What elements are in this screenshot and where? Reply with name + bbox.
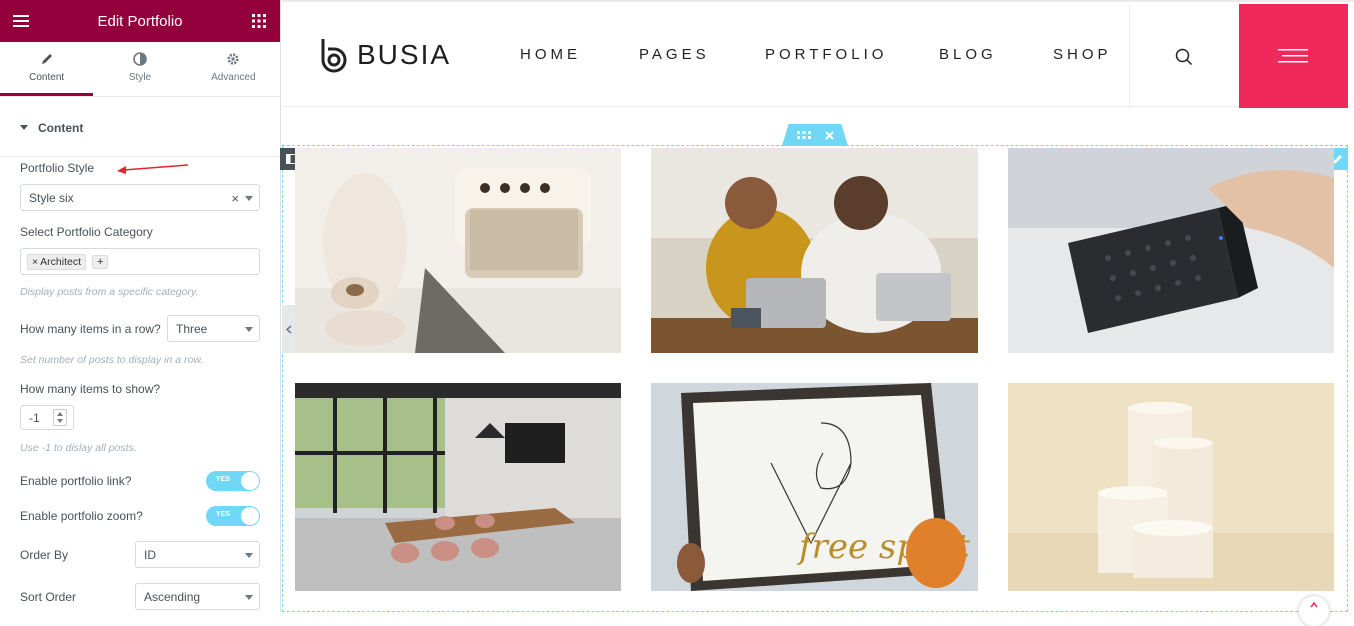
widgets-grid-icon[interactable]: [250, 12, 268, 30]
tab-style-label: Style: [128, 72, 152, 83]
tag-label: Architect: [40, 255, 81, 268]
site-preview: BUSIA HOME PAGES PORTFOLIO BLOG SHOP fre…: [280, 0, 1354, 626]
panel-tabs: Content Style Advanced: [0, 42, 280, 97]
items-show-description: Use -1 to dislay all posts.: [20, 442, 137, 454]
toggle-knob: [241, 507, 259, 525]
editor-panel: Edit Portfolio Content Style Advanced Co…: [0, 0, 281, 612]
portfolio-zoom-toggle[interactable]: YES: [206, 506, 260, 526]
nav-shop[interactable]: SHOP: [1053, 46, 1112, 63]
tab-advanced[interactable]: Advanced: [187, 42, 280, 96]
header-divider: [1129, 4, 1130, 108]
category-label: Select Portfolio Category: [20, 225, 153, 239]
category-description: Display posts from a specific category.: [20, 286, 199, 298]
items-row-value: Three: [176, 321, 208, 336]
caret-down-icon: [20, 125, 28, 130]
dropdown-caret-icon: [245, 553, 253, 558]
items-show-value: -1: [29, 410, 40, 425]
panel-header: Edit Portfolio: [0, 0, 280, 42]
number-stepper[interactable]: [53, 409, 67, 426]
dropdown-caret-icon: [245, 327, 253, 332]
chevron-up-icon: [1310, 602, 1318, 608]
tag-remove-icon[interactable]: ×: [32, 256, 38, 268]
menu-lines-icon: [1277, 49, 1308, 63]
sort-order-select[interactable]: Ascending: [135, 583, 260, 610]
order-by-select[interactable]: ID: [135, 541, 260, 568]
panel-title: Edit Portfolio: [97, 12, 183, 30]
items-row-label: How many items in a row?: [20, 322, 161, 336]
logo-mark-icon: [321, 39, 347, 73]
hamburger-menu-icon[interactable]: [12, 12, 30, 30]
close-icon[interactable]: [824, 130, 834, 140]
portfolio-item-office[interactable]: [295, 383, 621, 591]
items-show-input[interactable]: -1: [20, 405, 74, 430]
portfolio-item-poster[interactable]: free spirit: [651, 383, 978, 591]
dropdown-caret-icon: [245, 595, 253, 600]
items-show-label: How many items to show?: [20, 382, 161, 396]
gear-icon: [227, 53, 239, 65]
sort-order-label: Sort Order: [20, 590, 77, 604]
tab-content-label: Content: [29, 72, 65, 83]
pencil-icon: [41, 54, 52, 64]
site-header: BUSIA HOME PAGES PORTFOLIO BLOG SHOP: [282, 0, 1354, 108]
portfolio-link-toggle[interactable]: YES: [206, 471, 260, 491]
nav-home[interactable]: HOME: [520, 46, 581, 63]
nav-portfolio[interactable]: PORTFOLIO: [765, 46, 887, 63]
dropdown-caret-icon: [245, 196, 253, 201]
toggle-knob: [241, 472, 259, 490]
sort-order-value: Ascending: [144, 589, 201, 604]
items-row-select[interactable]: Three: [167, 315, 260, 342]
zoom-label: Enable portfolio zoom?: [20, 509, 143, 523]
link-label: Enable portfolio link?: [20, 474, 132, 488]
category-multiselect[interactable]: × Architect +: [20, 248, 260, 275]
drag-handle-icon[interactable]: [796, 131, 811, 139]
site-logo[interactable]: BUSIA: [319, 36, 451, 74]
nav-blog[interactable]: BLOG: [939, 46, 997, 63]
portfolio-item-black-speaker[interactable]: [1008, 148, 1334, 353]
portfolio-style-value: Style six: [29, 190, 74, 205]
order-by-label: Order By: [20, 548, 69, 562]
tab-content[interactable]: Content: [0, 42, 94, 96]
red-arrow-annotation: [117, 164, 189, 174]
items-row-description: Set number of posts to display in a row.: [20, 354, 204, 366]
portfolio-item-students-laptop[interactable]: [651, 148, 978, 353]
logo-text: BUSIA: [357, 39, 452, 70]
scroll-top-button[interactable]: [1299, 596, 1329, 626]
category-tag: × Architect: [27, 253, 86, 270]
menu-toggle-button[interactable]: [1239, 4, 1348, 108]
contrast-icon: [133, 52, 147, 66]
tab-style[interactable]: Style: [93, 42, 186, 96]
add-category-button[interactable]: +: [92, 254, 109, 269]
order-by-value: ID: [144, 547, 156, 562]
portfolio-style-select[interactable]: Style six ×: [20, 184, 260, 211]
toggle-state: YES: [216, 511, 231, 518]
section-title: Content: [38, 120, 84, 135]
tab-advanced-label: Advanced: [211, 72, 256, 83]
toggle-state: YES: [216, 476, 231, 483]
nav-pages[interactable]: PAGES: [639, 46, 710, 63]
clear-selection-icon[interactable]: ×: [231, 191, 239, 206]
content-section-toggle[interactable]: Content: [0, 99, 280, 157]
chevron-left-icon: [286, 324, 292, 334]
panel-collapse-button[interactable]: [282, 305, 296, 353]
portfolio-item-cylinders[interactable]: [1008, 383, 1334, 591]
portfolio-item-speaker-vase[interactable]: [295, 148, 621, 353]
search-icon[interactable]: [1175, 48, 1193, 66]
portfolio-style-label: Portfolio Style: [20, 161, 95, 175]
section-handle[interactable]: [782, 124, 848, 146]
